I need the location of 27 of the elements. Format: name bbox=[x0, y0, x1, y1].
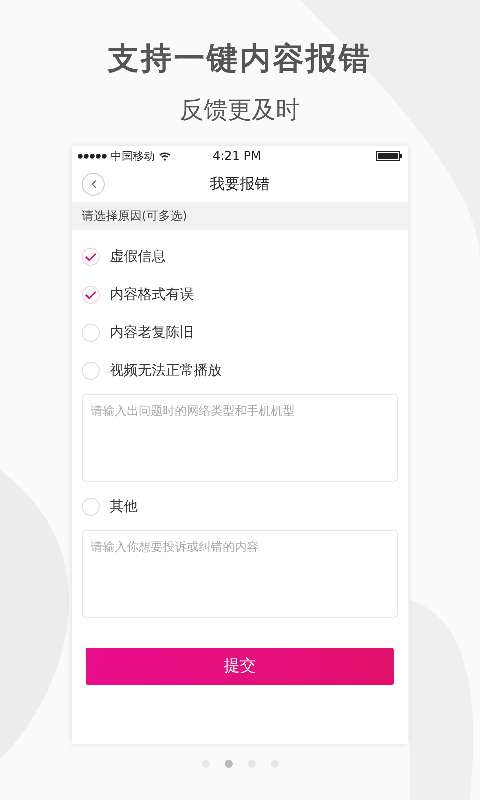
checkbox[interactable] bbox=[82, 498, 100, 516]
carrier-name: 中国移动 bbox=[111, 148, 155, 164]
subheadline: 反馈更及时 bbox=[180, 95, 300, 126]
checkbox[interactable] bbox=[82, 324, 100, 342]
option-label: 内容老复陈旧 bbox=[110, 324, 194, 342]
wifi-icon bbox=[159, 152, 171, 160]
option-label: 其他 bbox=[110, 498, 138, 516]
back-icon bbox=[90, 180, 96, 188]
signal-icon bbox=[78, 154, 107, 158]
check-icon bbox=[85, 252, 97, 262]
option-label: 视频无法正常播放 bbox=[110, 362, 222, 380]
check-icon bbox=[85, 290, 97, 300]
headline: 支持一键内容报错 bbox=[108, 40, 372, 79]
submit-button[interactable]: 提交 bbox=[86, 648, 394, 685]
checkbox[interactable] bbox=[82, 286, 100, 304]
option-label: 内容格式有误 bbox=[110, 286, 194, 304]
checkbox[interactable] bbox=[82, 362, 100, 380]
battery-icon bbox=[376, 151, 402, 161]
checkbox[interactable] bbox=[82, 248, 100, 266]
screen-title: 我要报错 bbox=[210, 174, 270, 194]
page-dot[interactable] bbox=[224, 760, 232, 768]
input-field[interactable]: 请输入你想要投诉或纠错的内容 bbox=[82, 530, 398, 618]
back-button[interactable] bbox=[82, 172, 105, 196]
input-field[interactable]: 请输入出问题时的网络类型和手机机型 bbox=[82, 394, 398, 482]
section-header: 请选择原因(可多选) bbox=[72, 202, 408, 230]
option-label: 虚假信息 bbox=[110, 248, 166, 266]
status-time: 4:21 PM bbox=[213, 149, 262, 163]
